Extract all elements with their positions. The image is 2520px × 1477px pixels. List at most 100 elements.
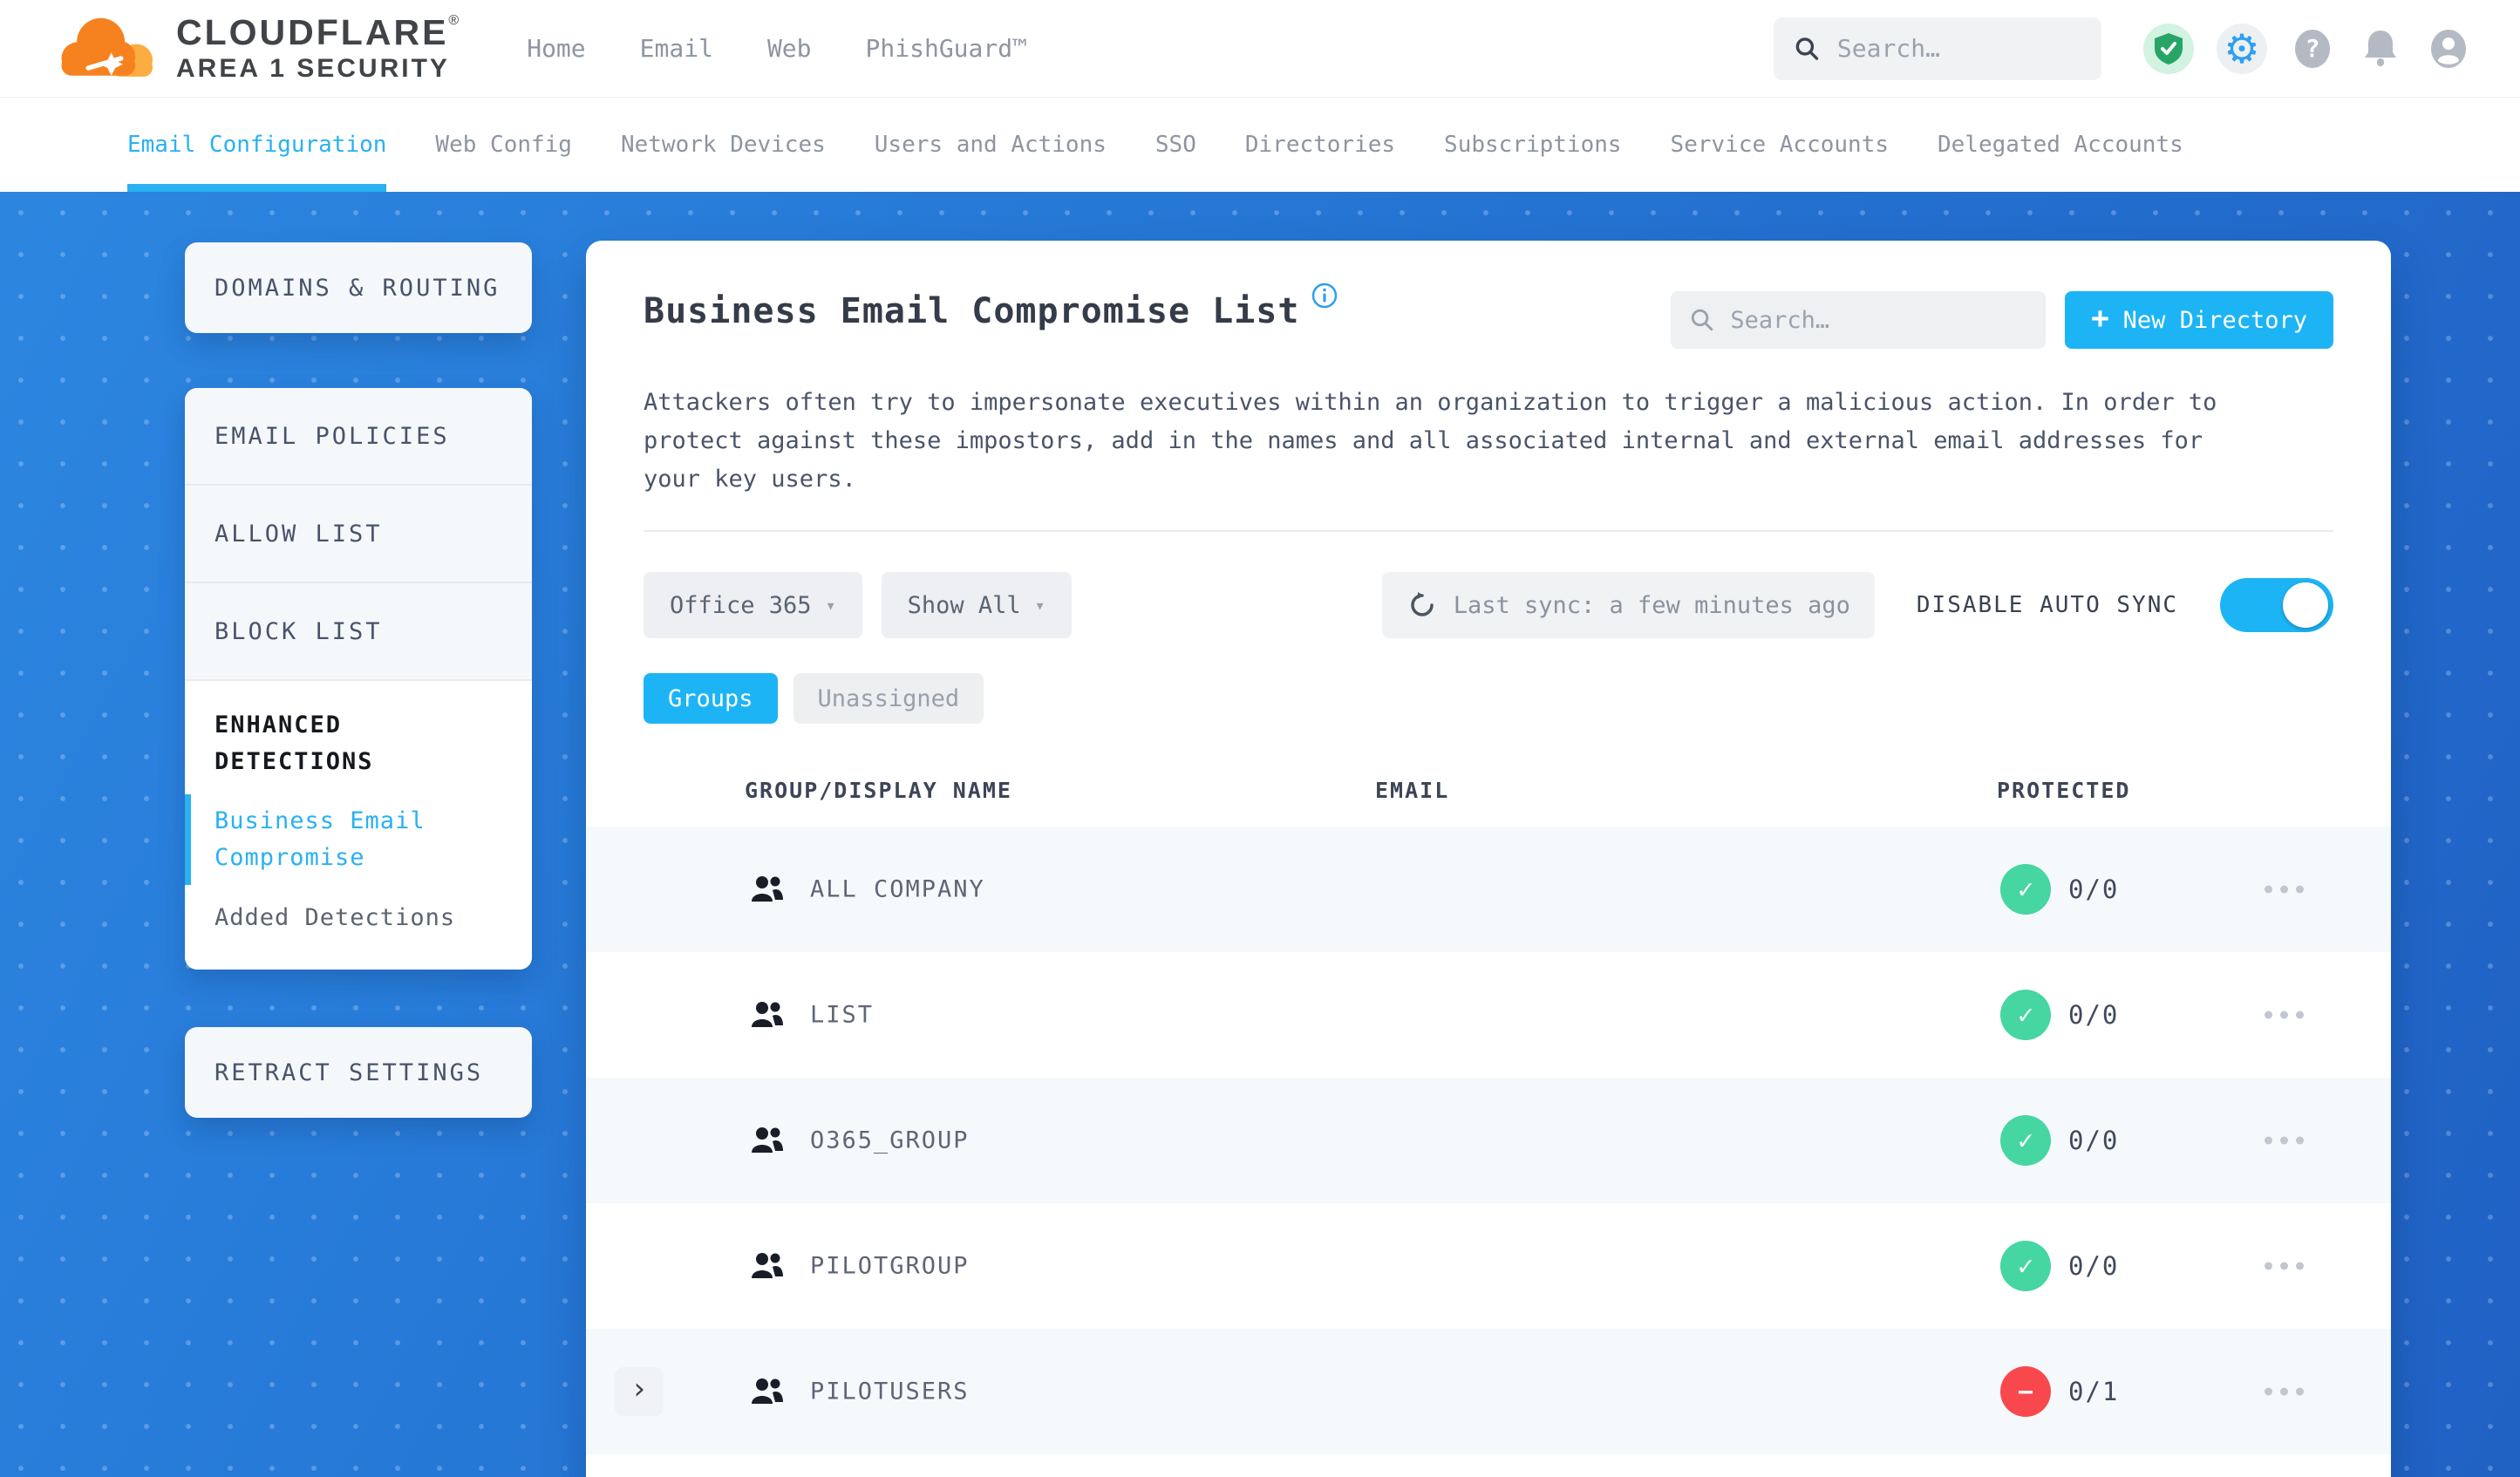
- view-tabs: Groups Unassigned: [644, 673, 2333, 724]
- nav-email[interactable]: Email: [640, 34, 713, 63]
- sidebar-item-allow-list[interactable]: ALLOW LIST: [185, 486, 532, 583]
- sidebar-item-enhanced-detections[interactable]: ENHANCED DETECTIONS: [215, 707, 467, 780]
- groups-table: GROUP/DISPLAY NAME EMAIL PROTECTED ALL C…: [586, 778, 2391, 1454]
- row-actions-button[interactable]: [2256, 877, 2312, 902]
- page-title: Business Email Compromise List: [644, 291, 1300, 331]
- tab-subscriptions[interactable]: Subscriptions: [1444, 98, 1622, 192]
- tab-email-configuration[interactable]: Email Configuration: [127, 98, 387, 192]
- show-filter-dropdown[interactable]: Show All ▾: [881, 572, 1072, 638]
- column-protected: PROTECTED: [1997, 778, 2131, 803]
- column-group-display-name: GROUP/DISPLAY NAME: [745, 778, 1012, 803]
- sidebar-item-business-email-compromise[interactable]: Business Email Compromise: [215, 803, 476, 876]
- list-search-input[interactable]: [1730, 306, 2027, 334]
- top-bar: CLOUDFLARE® AREA 1 SECURITY Home Email W…: [0, 0, 2520, 98]
- tab-sso[interactable]: SSO: [1155, 98, 1196, 192]
- table-row: PILOTGROUP ✓ 0/0: [586, 1203, 2391, 1329]
- nav-phishguard[interactable]: PhishGuard™: [866, 34, 1027, 63]
- protected-badge: −: [2000, 1366, 2051, 1417]
- filters-row: Office 365 ▾ Show All ▾ Last sync: a few…: [644, 572, 2333, 638]
- chevron-down-icon: ▾: [825, 595, 836, 616]
- group-name: PILOTGROUP: [810, 1252, 970, 1280]
- protected-badge: ✓: [2000, 990, 2051, 1040]
- groups-tab[interactable]: Groups: [644, 673, 778, 724]
- divider: [644, 530, 2333, 532]
- table-header: GROUP/DISPLAY NAME EMAIL PROTECTED: [586, 778, 2391, 827]
- protected-badge: ✓: [2000, 864, 2051, 915]
- chevron-down-icon: ▾: [1034, 595, 1045, 616]
- card-header: Business Email Compromise List +: [586, 241, 2391, 349]
- top-nav: Home Email Web PhishGuard™: [527, 34, 1027, 63]
- group-icon: [752, 1002, 783, 1027]
- topbar-icons: ⚙ ?: [2143, 23, 2471, 74]
- table-row: › PILOTUSERS − 0/1: [586, 1329, 2391, 1454]
- column-email: EMAIL: [1375, 778, 1450, 803]
- search-icon: [1692, 309, 1713, 331]
- last-sync-button[interactable]: Last sync: a few minutes ago: [1381, 572, 1875, 638]
- sidebar: DOMAINS & ROUTING EMAIL POLICIES ALLOW L…: [185, 192, 532, 1118]
- help-icon[interactable]: ?: [2290, 26, 2335, 71]
- row-actions-button[interactable]: [2256, 1128, 2312, 1154]
- security-shield-icon[interactable]: [2143, 23, 2194, 74]
- global-search-input[interactable]: [1836, 34, 2081, 63]
- toggle-knob: [2283, 582, 2328, 628]
- sidebar-item-retract-settings[interactable]: RETRACT SETTINGS: [185, 1027, 532, 1118]
- page-background: DOMAINS & ROUTING EMAIL POLICIES ALLOW L…: [0, 192, 2520, 1477]
- content-card: Business Email Compromise List +: [586, 241, 2391, 1477]
- registered-mark: ®: [448, 13, 460, 29]
- new-directory-button[interactable]: + New Directory: [2065, 291, 2333, 349]
- settings-gear-icon[interactable]: ⚙: [2217, 23, 2267, 74]
- cloudflare-cloud-icon: [61, 17, 153, 77]
- sidebar-menu-card: EMAIL POLICIES ALLOW LIST BLOCK LIST ENH…: [185, 388, 532, 970]
- tab-web-config[interactable]: Web Config: [435, 98, 572, 192]
- group-icon: [752, 1378, 783, 1404]
- group-name: PILOTUSERS: [810, 1378, 970, 1406]
- group-icon: [752, 1253, 783, 1278]
- sidebar-item-block-list[interactable]: BLOCK LIST: [185, 583, 532, 681]
- cloudflare-logo[interactable]: CLOUDFLARE® AREA 1 SECURITY: [49, 10, 459, 87]
- protected-badge: ✓: [2000, 1241, 2051, 1291]
- group-name: LIST: [810, 1001, 875, 1029]
- brand-name: CLOUDFLARE: [176, 12, 449, 53]
- tab-network-devices[interactable]: Network Devices: [621, 98, 826, 192]
- tab-delegated-accounts[interactable]: Delegated Accounts: [1938, 98, 2183, 192]
- brand-text: CLOUDFLARE® AREA 1 SECURITY: [176, 12, 460, 84]
- global-search[interactable]: [1774, 17, 2101, 80]
- table-row: LIST ✓ 0/0: [586, 952, 2391, 1078]
- row-actions-button[interactable]: [2256, 1379, 2312, 1405]
- sidebar-item-added-detections[interactable]: Added Detections: [215, 904, 502, 931]
- protected-count: 0/0: [2068, 1126, 2120, 1155]
- sidebar-item-domains-routing[interactable]: DOMAINS & ROUTING: [185, 242, 532, 333]
- tab-directories[interactable]: Directories: [1245, 98, 1395, 192]
- group-icon: [752, 876, 783, 902]
- nav-web[interactable]: Web: [767, 34, 812, 63]
- page-description: Attackers often try to impersonate execu…: [644, 389, 2217, 493]
- notifications-bell-icon[interactable]: [2358, 26, 2403, 71]
- group-icon: [752, 1127, 783, 1153]
- account-avatar-icon[interactable]: [2426, 26, 2471, 71]
- nav-home[interactable]: Home: [527, 34, 585, 63]
- group-name: O365_GROUP: [810, 1126, 970, 1154]
- tab-users-and-actions[interactable]: Users and Actions: [875, 98, 1107, 192]
- unassigned-tab[interactable]: Unassigned: [793, 673, 984, 724]
- auto-sync-toggle[interactable]: [2220, 578, 2333, 632]
- list-search[interactable]: [1671, 291, 2047, 349]
- table-row: O365_GROUP ✓ 0/0: [586, 1078, 2391, 1203]
- plus-icon: +: [2091, 301, 2109, 336]
- protected-count: 0/1: [2068, 1377, 2120, 1406]
- protected-badge: ✓: [2000, 1115, 2051, 1166]
- search-icon: [1795, 37, 1819, 60]
- row-actions-button[interactable]: [2256, 1254, 2312, 1279]
- directory-source-dropdown[interactable]: Office 365 ▾: [644, 572, 862, 638]
- tab-service-accounts[interactable]: Service Accounts: [1671, 98, 1889, 192]
- sidebar-item-email-policies[interactable]: EMAIL POLICIES: [185, 388, 532, 486]
- info-icon[interactable]: [1311, 282, 1338, 312]
- table-row: ALL COMPANY ✓ 0/0: [586, 827, 2391, 952]
- brand-subtitle: AREA 1 SECURITY: [176, 54, 450, 84]
- row-actions-button[interactable]: [2256, 1003, 2312, 1028]
- expand-button[interactable]: ›: [615, 1367, 664, 1416]
- protected-count: 0/0: [2068, 875, 2120, 904]
- group-name: ALL COMPANY: [810, 875, 985, 903]
- protected-count: 0/0: [2068, 1251, 2120, 1281]
- refresh-icon: [1411, 592, 1434, 616]
- header-actions: + New Directory: [1671, 291, 2333, 349]
